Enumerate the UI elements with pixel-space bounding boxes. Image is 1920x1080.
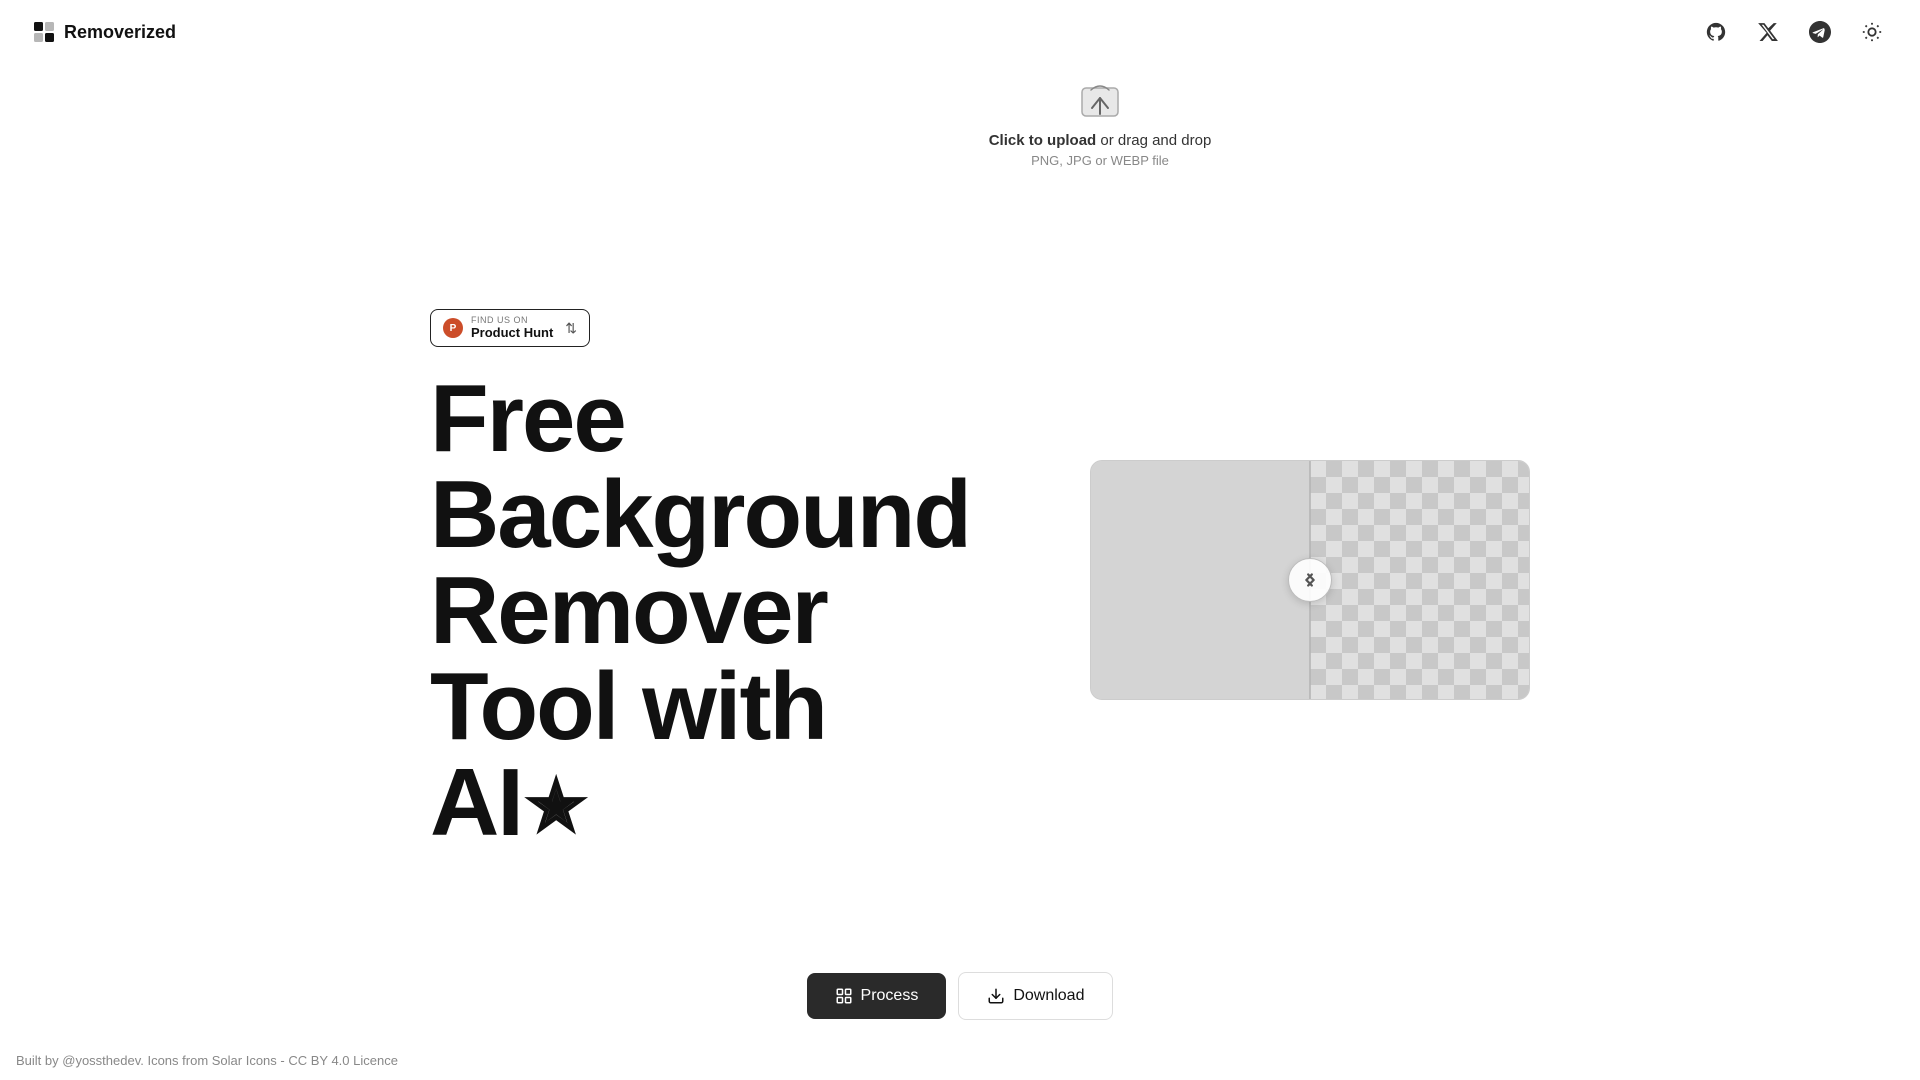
right-side bbox=[1090, 460, 1530, 700]
bottom-bar: Process Download bbox=[0, 972, 1920, 1020]
download-icon bbox=[987, 987, 1005, 1005]
nav-icons bbox=[1700, 16, 1888, 48]
ai-star-icon: ✭ bbox=[526, 771, 584, 843]
product-hunt-badge[interactable]: P FIND US ON Product Hunt ⇅ bbox=[430, 309, 590, 347]
theme-button[interactable] bbox=[1856, 16, 1888, 48]
theme-icon bbox=[1861, 21, 1883, 43]
hero-title: Free Background Remover Tool with AI ✭ bbox=[430, 371, 970, 851]
ph-arrow: ⇅ bbox=[565, 320, 577, 337]
logo[interactable]: Removerized bbox=[32, 20, 176, 44]
github-icon bbox=[1705, 21, 1727, 43]
process-icon bbox=[835, 987, 853, 1005]
comparison-original bbox=[1091, 461, 1310, 699]
github-button[interactable] bbox=[1700, 16, 1732, 48]
upload-text: Click to upload or drag and drop bbox=[989, 132, 1212, 149]
twitter-button[interactable] bbox=[1752, 16, 1784, 48]
footer-text: Built by @yossthedev. Icons from Solar I… bbox=[16, 1053, 398, 1068]
download-button[interactable]: Download bbox=[958, 972, 1113, 1020]
upload-subtext: PNG, JPG or WEBP file bbox=[1031, 153, 1169, 168]
comparison-arrows-icon bbox=[1299, 569, 1321, 591]
logo-icon bbox=[32, 20, 56, 44]
navbar: Removerized bbox=[0, 0, 1920, 64]
logo-text: Removerized bbox=[64, 22, 176, 43]
upload-icon bbox=[1078, 80, 1122, 124]
upload-zone[interactable]: Click to upload or drag and drop PNG, JP… bbox=[800, 60, 1400, 188]
ph-name-label: Product Hunt bbox=[471, 326, 553, 340]
hero-line3: Remover bbox=[430, 557, 827, 664]
hero-line4: Tool with bbox=[430, 653, 826, 760]
telegram-button[interactable] bbox=[1804, 16, 1836, 48]
hero-line2: Background bbox=[430, 461, 970, 568]
telegram-icon bbox=[1809, 21, 1831, 43]
hero-line1: Free bbox=[430, 365, 625, 472]
twitter-icon bbox=[1757, 21, 1779, 43]
footer: Built by @yossthedev. Icons from Solar I… bbox=[16, 1053, 398, 1068]
process-button[interactable]: Process bbox=[807, 973, 947, 1019]
hero-line5: AI ✭ bbox=[430, 755, 584, 851]
comparison-processed bbox=[1310, 461, 1529, 699]
comparison-slider-handle[interactable] bbox=[1288, 558, 1332, 602]
ph-text-area: FIND US ON Product Hunt bbox=[471, 316, 553, 340]
image-comparison[interactable] bbox=[1090, 460, 1530, 700]
left-side: P FIND US ON Product Hunt ⇅ Free Backgro… bbox=[430, 309, 970, 851]
product-hunt-icon: P bbox=[443, 318, 463, 338]
